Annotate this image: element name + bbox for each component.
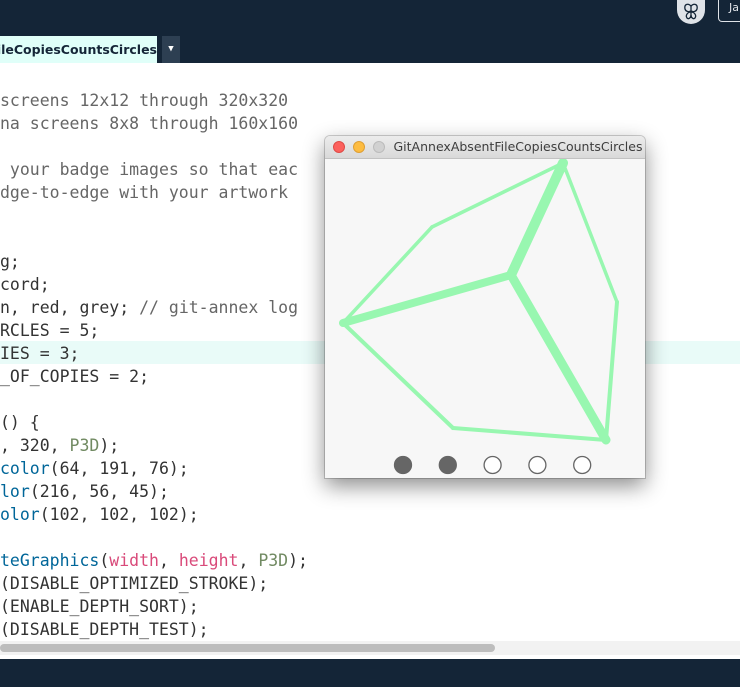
code-token: na screens 8x8 through 160x160 bbox=[0, 114, 299, 133]
code-token: screens 12x12 through 320x320 bbox=[0, 91, 289, 110]
sketch-window[interactable]: GitAnnexAbsentFileCopiesCountsCircles bbox=[325, 136, 645, 478]
empty-copy-circle bbox=[573, 455, 592, 475]
maximize-window-button[interactable] bbox=[373, 141, 385, 153]
code-line[interactable]: screens 12x12 through 320x320 bbox=[0, 89, 288, 112]
code-token: , bbox=[238, 551, 259, 570]
code-token: width bbox=[109, 551, 159, 570]
tab-bar: GitAnnexAbsentFileCopiesCountsCircles ▼ bbox=[0, 36, 740, 63]
cube-edge bbox=[561, 161, 619, 304]
code-token: your badge images so that eac bbox=[0, 160, 299, 179]
code-token: P3D bbox=[258, 551, 289, 570]
code-line[interactable]: olor(102, 102, 102); bbox=[0, 503, 199, 526]
code-token: n, red, grey; bbox=[0, 298, 140, 317]
code-token: (ENABLE_DEPTH_SORT); bbox=[0, 597, 199, 616]
filled-copy-circle bbox=[393, 455, 413, 475]
code-line[interactable]: IES = 3; bbox=[0, 342, 79, 365]
code-token: ); bbox=[99, 436, 120, 455]
code-token: (DISABLE_OPTIMIZED_STROKE); bbox=[0, 574, 269, 593]
code-line[interactable]: () { bbox=[0, 411, 40, 434]
empty-copy-circle bbox=[528, 455, 547, 475]
code-token: , 320, bbox=[0, 436, 70, 455]
code-line[interactable]: cord; bbox=[0, 273, 50, 296]
cube-edge bbox=[506, 270, 611, 445]
code-token: // git-annex log bbox=[139, 298, 299, 317]
code-line[interactable]: , 320, P3D); bbox=[0, 434, 119, 457]
code-token: , bbox=[158, 551, 179, 570]
tab-sketch[interactable]: GitAnnexAbsentFileCopiesCountsCircles bbox=[0, 36, 157, 63]
cube-edge bbox=[339, 271, 515, 327]
code-line[interactable]: (DISABLE_DEPTH_TEST); bbox=[0, 618, 209, 641]
code-token: dge-to-edge with your artwork bbox=[0, 183, 299, 202]
code-line[interactable]: n, red, grey; // git-annex log bbox=[0, 296, 298, 319]
code-line[interactable]: (DISABLE_OPTIMIZED_STROKE); bbox=[0, 572, 268, 595]
code-line[interactable]: color(64, 191, 76); bbox=[0, 457, 189, 480]
code-token: lor bbox=[0, 482, 30, 501]
close-window-button[interactable] bbox=[333, 141, 345, 153]
code-line[interactable]: na screens 8x8 through 160x160 bbox=[0, 112, 298, 135]
code-line[interactable]: g; bbox=[0, 250, 20, 273]
code-token: () { bbox=[0, 413, 40, 432]
code-line[interactable]: teGraphics(width, height, P3D); bbox=[0, 549, 308, 572]
cube-edge bbox=[506, 158, 568, 280]
code-token: RCLES = 5; bbox=[0, 321, 100, 340]
code-token: cord; bbox=[0, 275, 50, 294]
code-token: teGraphics bbox=[0, 551, 100, 570]
sketch-window-title: GitAnnexAbsentFileCopiesCountsCircles bbox=[393, 139, 643, 154]
cube-edge bbox=[341, 321, 455, 430]
top-toolbar: Ja bbox=[0, 0, 740, 36]
tab-label: GitAnnexAbsentFileCopiesCountsCircles bbox=[0, 42, 157, 57]
code-token: (64, 191, 76); bbox=[49, 459, 189, 478]
code-token: g; bbox=[0, 252, 20, 271]
sketch-title-bar[interactable]: GitAnnexAbsentFileCopiesCountsCircles bbox=[325, 136, 645, 159]
minimize-window-button[interactable] bbox=[353, 141, 365, 153]
code-token: IES = 3; bbox=[0, 344, 80, 363]
console-panel bbox=[0, 659, 740, 687]
horizontal-scrollbar-thumb[interactable] bbox=[0, 644, 495, 652]
empty-copy-circle bbox=[483, 455, 502, 475]
code-token: (DISABLE_DEPTH_TEST); bbox=[0, 620, 209, 639]
cube-edge bbox=[604, 300, 619, 442]
filled-copy-circle bbox=[438, 455, 457, 475]
code-line[interactable]: _OF_COPIES = 2; bbox=[0, 365, 149, 388]
code-token: ); bbox=[288, 551, 308, 570]
code-token: P3D bbox=[69, 436, 100, 455]
code-line[interactable]: (ENABLE_DEPTH_SORT); bbox=[0, 595, 199, 618]
mode-selector[interactable]: Ja bbox=[718, 0, 740, 22]
code-token: ( bbox=[99, 551, 110, 570]
code-line[interactable]: lor(216, 56, 45); bbox=[0, 480, 169, 503]
code-token: color bbox=[0, 459, 50, 478]
code-token: (216, 56, 45); bbox=[29, 482, 169, 501]
mode-label: Ja bbox=[729, 1, 739, 14]
code-token: (102, 102, 102); bbox=[39, 505, 199, 524]
cube-edge bbox=[451, 426, 608, 442]
sketch-canvas[interactable] bbox=[325, 158, 645, 478]
butterfly-icon[interactable] bbox=[677, 0, 705, 24]
code-line[interactable]: RCLES = 5; bbox=[0, 319, 99, 342]
cube-drawing bbox=[339, 158, 619, 475]
code-token: olor bbox=[0, 505, 40, 524]
dropdown-arrow-icon[interactable]: ▼ bbox=[162, 36, 180, 63]
code-token: height bbox=[178, 551, 239, 570]
code-token: _OF_COPIES = 2; bbox=[0, 367, 150, 386]
